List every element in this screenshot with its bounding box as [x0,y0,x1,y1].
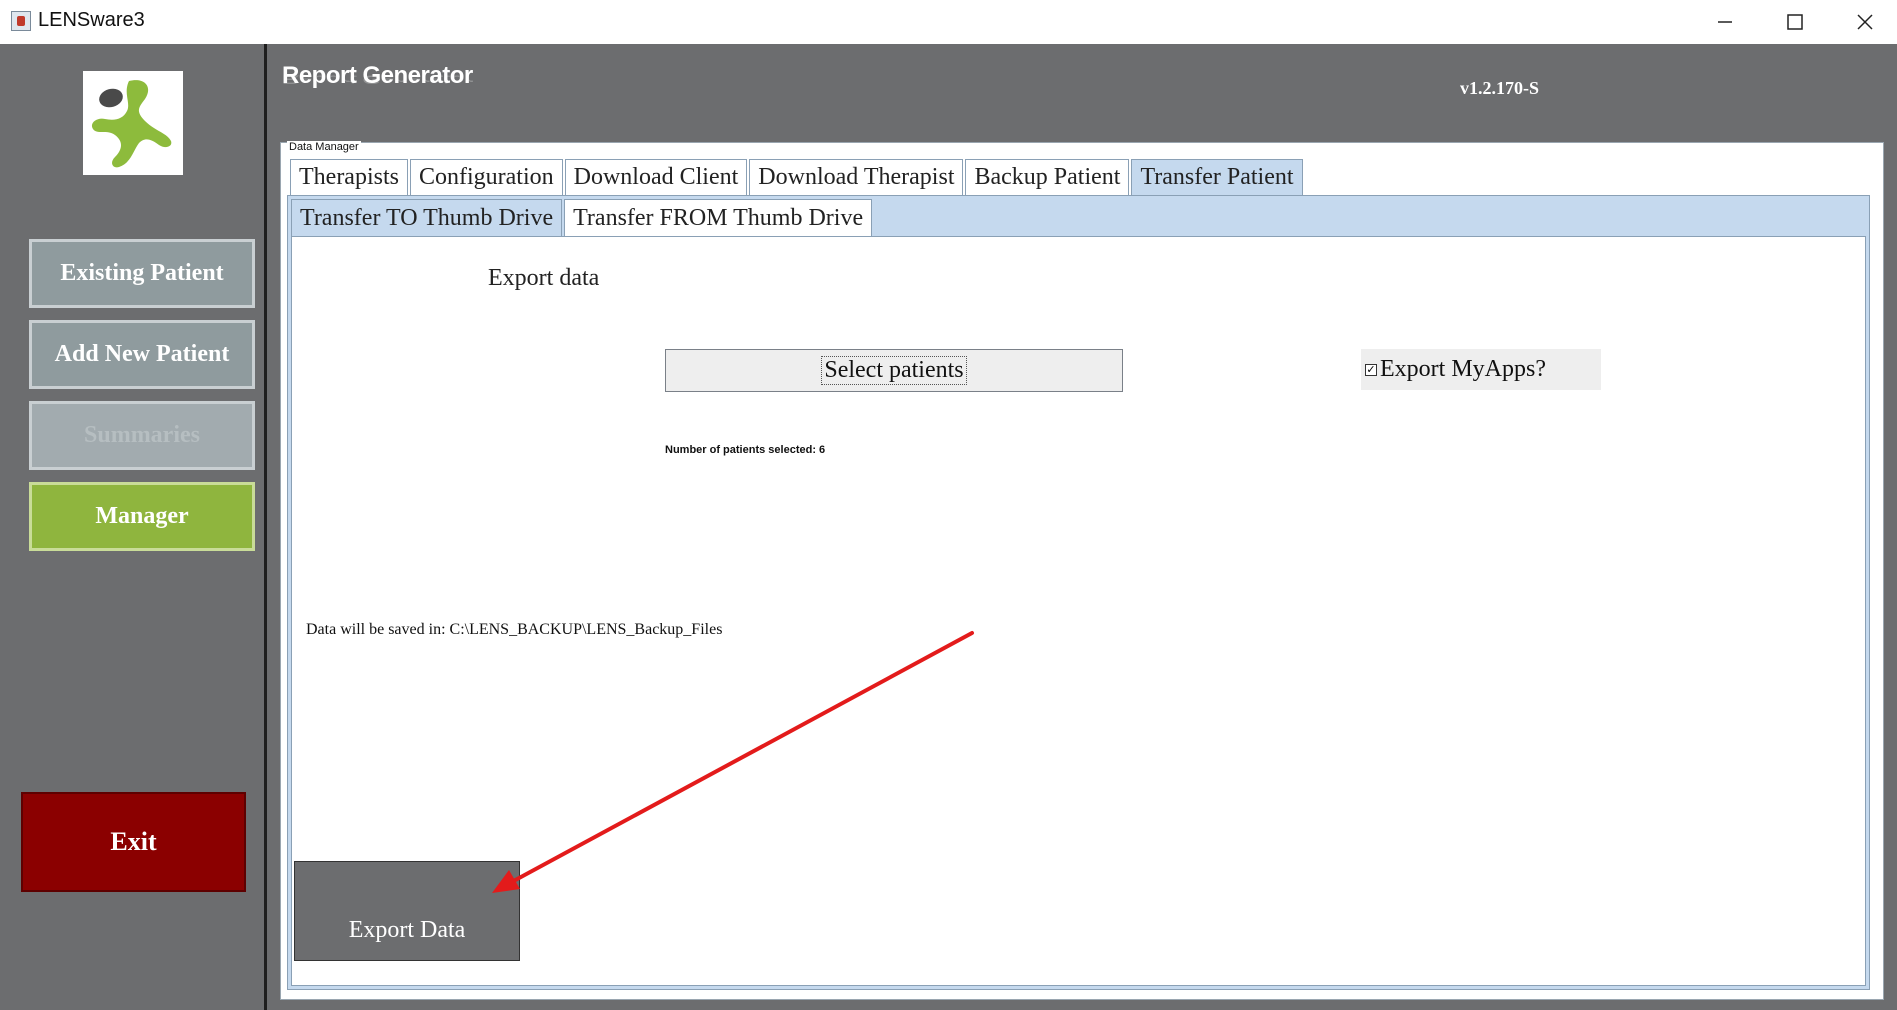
tab-therapists[interactable]: Therapists [290,159,408,195]
manager-tabs: Therapists Configuration Download Client… [290,159,1305,195]
window-title: LENSware3 [38,9,145,31]
tab-configuration[interactable]: Configuration [409,159,563,195]
close-icon[interactable] [1830,0,1897,44]
tab-transfer-patient[interactable]: Transfer Patient [1131,159,1303,195]
export-data-button[interactable]: Export Data [294,861,520,961]
version-label: v1.2.170-S [1460,78,1540,98]
save-path-text: Data will be saved in: C:\LENS_BACKUP\LE… [306,621,723,638]
summaries-button[interactable]: Summaries [29,401,255,470]
window-titlebar: LENSware3 [0,0,1897,44]
export-content: Export data Select patients ✓ Export MyA… [291,236,1866,986]
transfer-subtabs: Transfer TO Thumb Drive Transfer FROM Th… [291,199,874,236]
export-heading: Export data [488,265,600,291]
transfer-patient-pane: Transfer TO Thumb Drive Transfer FROM Th… [287,195,1870,990]
export-myapps-label: Export MyApps? [1380,356,1546,382]
export-myapps-checkbox[interactable]: ✓ Export MyApps? [1361,349,1601,390]
patients-selected-count: Number of patients selected: 6 [665,444,826,456]
existing-patient-button[interactable]: Existing Patient [29,239,255,308]
add-new-patient-button[interactable]: Add New Patient [29,320,255,389]
subtab-transfer-to-thumb-drive[interactable]: Transfer TO Thumb Drive [291,199,563,236]
select-patients-button[interactable]: Select patients [665,349,1123,392]
data-manager-panel: Data Manager Therapists Configuration Do… [280,141,1884,1000]
tab-download-client[interactable]: Download Client [564,159,748,195]
checkbox-checked-icon[interactable]: ✓ [1365,363,1377,376]
exit-button[interactable]: Exit [21,792,246,892]
panel-title: Data Manager [287,141,361,153]
select-patients-label: Select patients [821,356,967,385]
tab-download-therapist[interactable]: Download Therapist [749,159,964,195]
minimize-icon[interactable] [1690,0,1760,44]
main-area: Report Generator Report Generator v1.2.1… [267,44,1897,1010]
subtab-transfer-from-thumb-drive[interactable]: Transfer FROM Thumb Drive [564,199,873,236]
title-reflection: Report Generator [282,72,473,87]
sidebar: Existing Patient Add New Patient Summari… [0,44,267,1010]
maximize-icon[interactable] [1760,0,1830,44]
lens-logo [83,71,183,175]
manager-button[interactable]: Manager [29,482,255,551]
java-app-icon [11,11,31,31]
tab-backup-patient[interactable]: Backup Patient [965,159,1130,195]
